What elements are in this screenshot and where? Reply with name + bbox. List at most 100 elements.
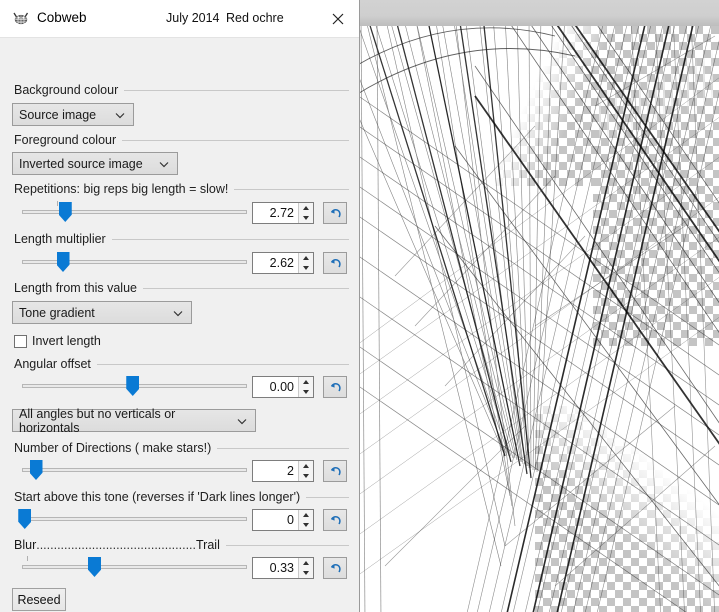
start-above-tone-slider[interactable] xyxy=(18,508,247,530)
group-repetitions: Repetitions: big reps big length = slow! xyxy=(14,182,349,196)
group-background-colour: Background colour xyxy=(14,83,349,97)
number-of-directions-slider[interactable] xyxy=(22,459,247,481)
group-length-from-this-value: Length from this value xyxy=(14,281,349,295)
spinner-up-button[interactable] xyxy=(299,558,313,568)
spinner-down-button[interactable] xyxy=(299,568,313,578)
group-label-background-colour: Background colour xyxy=(14,83,119,97)
invert-length-checkbox[interactable]: Invert length xyxy=(14,334,101,348)
group-foreground-colour: Foreground colour xyxy=(14,133,349,147)
slider-thumb[interactable] xyxy=(18,509,32,529)
group-label-length-multiplier: Length multiplier xyxy=(14,232,106,246)
spinner-down-button[interactable] xyxy=(299,213,313,223)
spinner-arrows xyxy=(298,377,313,397)
spinner-down-button[interactable] xyxy=(299,263,313,273)
group-blur-trail: Blur ...................................… xyxy=(14,538,349,552)
caret-down-icon xyxy=(303,474,309,478)
repetitions-value: 2.72 xyxy=(269,206,294,220)
slider-track xyxy=(22,210,247,214)
repetitions-slider[interactable] xyxy=(22,201,247,223)
reset-arrow-icon xyxy=(330,383,341,392)
reset-arrow-icon xyxy=(330,516,341,525)
foreground-colour-combobox[interactable]: Inverted source image xyxy=(12,152,178,175)
slider-thumb[interactable] xyxy=(126,376,140,396)
group-rule xyxy=(225,544,349,546)
spinner-down-button[interactable] xyxy=(299,471,313,481)
reseed-button[interactable]: Reseed xyxy=(12,588,66,611)
group-rule xyxy=(143,287,349,289)
slider-track xyxy=(22,517,247,521)
caret-up-icon xyxy=(303,206,309,210)
length-multiplier-value: 2.62 xyxy=(269,256,294,270)
length-source-combobox[interactable]: Tone gradient xyxy=(12,301,192,324)
background-colour-value: Source image xyxy=(19,107,97,122)
group-rule xyxy=(111,238,349,240)
group-label-foreground-colour: Foreground colour xyxy=(14,133,117,147)
slider-thumb[interactable] xyxy=(88,557,101,577)
start-above-tone-reset-button[interactable] xyxy=(323,509,347,531)
length-multiplier-spinner[interactable]: 2.62 xyxy=(252,252,314,274)
group-label-number-of-directions: Number of Directions ( make stars!) xyxy=(14,441,212,455)
angular-offset-value: 0.00 xyxy=(269,380,294,394)
chevron-down-icon xyxy=(157,157,171,171)
chevron-down-icon xyxy=(113,108,127,122)
invert-length-label: Invert length xyxy=(32,334,101,348)
spinner-down-button[interactable] xyxy=(299,520,313,530)
caret-down-icon xyxy=(303,266,309,270)
background-colour-combobox[interactable]: Source image xyxy=(12,103,134,126)
number-of-directions-reset-button[interactable] xyxy=(323,460,347,482)
group-label-angular-offset: Angular offset xyxy=(14,357,91,371)
cobweb-lines xyxy=(355,26,719,612)
slider-thumb[interactable] xyxy=(58,202,72,222)
angular-offset-slider[interactable] xyxy=(22,375,247,397)
blur-trail-value: 0.33 xyxy=(269,561,294,575)
spinner-up-button[interactable] xyxy=(299,510,313,520)
caret-up-icon xyxy=(303,513,309,517)
angles-combobox[interactable]: All angles but no verticals or horizonta… xyxy=(12,407,256,435)
length-multiplier-slider[interactable] xyxy=(22,251,247,273)
group-start-above-tone: Start above this tone (reverses if 'Dark… xyxy=(14,490,349,504)
chevron-down-icon xyxy=(235,414,249,428)
reset-arrow-icon xyxy=(330,209,341,218)
slider-thumb[interactable] xyxy=(56,252,70,272)
caret-up-icon xyxy=(303,561,309,565)
caret-down-icon xyxy=(303,571,309,575)
angular-offset-spinner[interactable]: 0.00 xyxy=(252,376,314,398)
spinner-up-button[interactable] xyxy=(299,377,313,387)
chevron-down-icon xyxy=(171,306,185,320)
reset-arrow-icon xyxy=(330,467,341,476)
number-of-directions-spinner[interactable]: 2 xyxy=(252,460,314,482)
repetitions-reset-button[interactable] xyxy=(323,202,347,224)
close-icon xyxy=(332,13,344,25)
group-rule xyxy=(96,363,349,365)
repetitions-spinner[interactable]: 2.72 xyxy=(252,202,314,224)
blur-trail-spinner[interactable]: 0.33 xyxy=(252,557,314,579)
angular-offset-reset-button[interactable] xyxy=(323,376,347,398)
checkbox-box xyxy=(14,334,27,348)
start-above-tone-spinner[interactable]: 0 xyxy=(252,509,314,531)
spinner-up-button[interactable] xyxy=(299,253,313,263)
group-angular-offset: Angular offset xyxy=(14,357,349,371)
spinner-up-button[interactable] xyxy=(299,203,313,213)
blur-trail-slider[interactable] xyxy=(22,556,247,578)
length-source-value: Tone gradient xyxy=(19,305,95,320)
close-button[interactable] xyxy=(323,6,353,32)
blur-trail-reset-button[interactable] xyxy=(323,557,347,579)
spinner-arrows xyxy=(298,461,313,481)
spinner-up-button[interactable] xyxy=(299,461,313,471)
spinner-arrows xyxy=(298,558,313,578)
window-colour-scheme: Red ochre xyxy=(226,11,284,25)
reset-arrow-icon xyxy=(330,259,341,268)
blur-label: Blur xyxy=(14,538,37,552)
group-rule xyxy=(217,447,349,449)
reseed-label: Reseed xyxy=(17,592,61,607)
slider-thumb[interactable] xyxy=(29,460,43,480)
caret-down-icon xyxy=(303,523,309,527)
length-multiplier-reset-button[interactable] xyxy=(323,252,347,274)
slider-track xyxy=(22,260,247,264)
slider-track xyxy=(22,565,247,569)
spinner-down-button[interactable] xyxy=(299,387,313,397)
window-date: July 2014 xyxy=(166,11,220,25)
group-rule xyxy=(122,139,349,141)
spinner-arrows xyxy=(298,510,313,530)
group-rule xyxy=(306,496,349,498)
